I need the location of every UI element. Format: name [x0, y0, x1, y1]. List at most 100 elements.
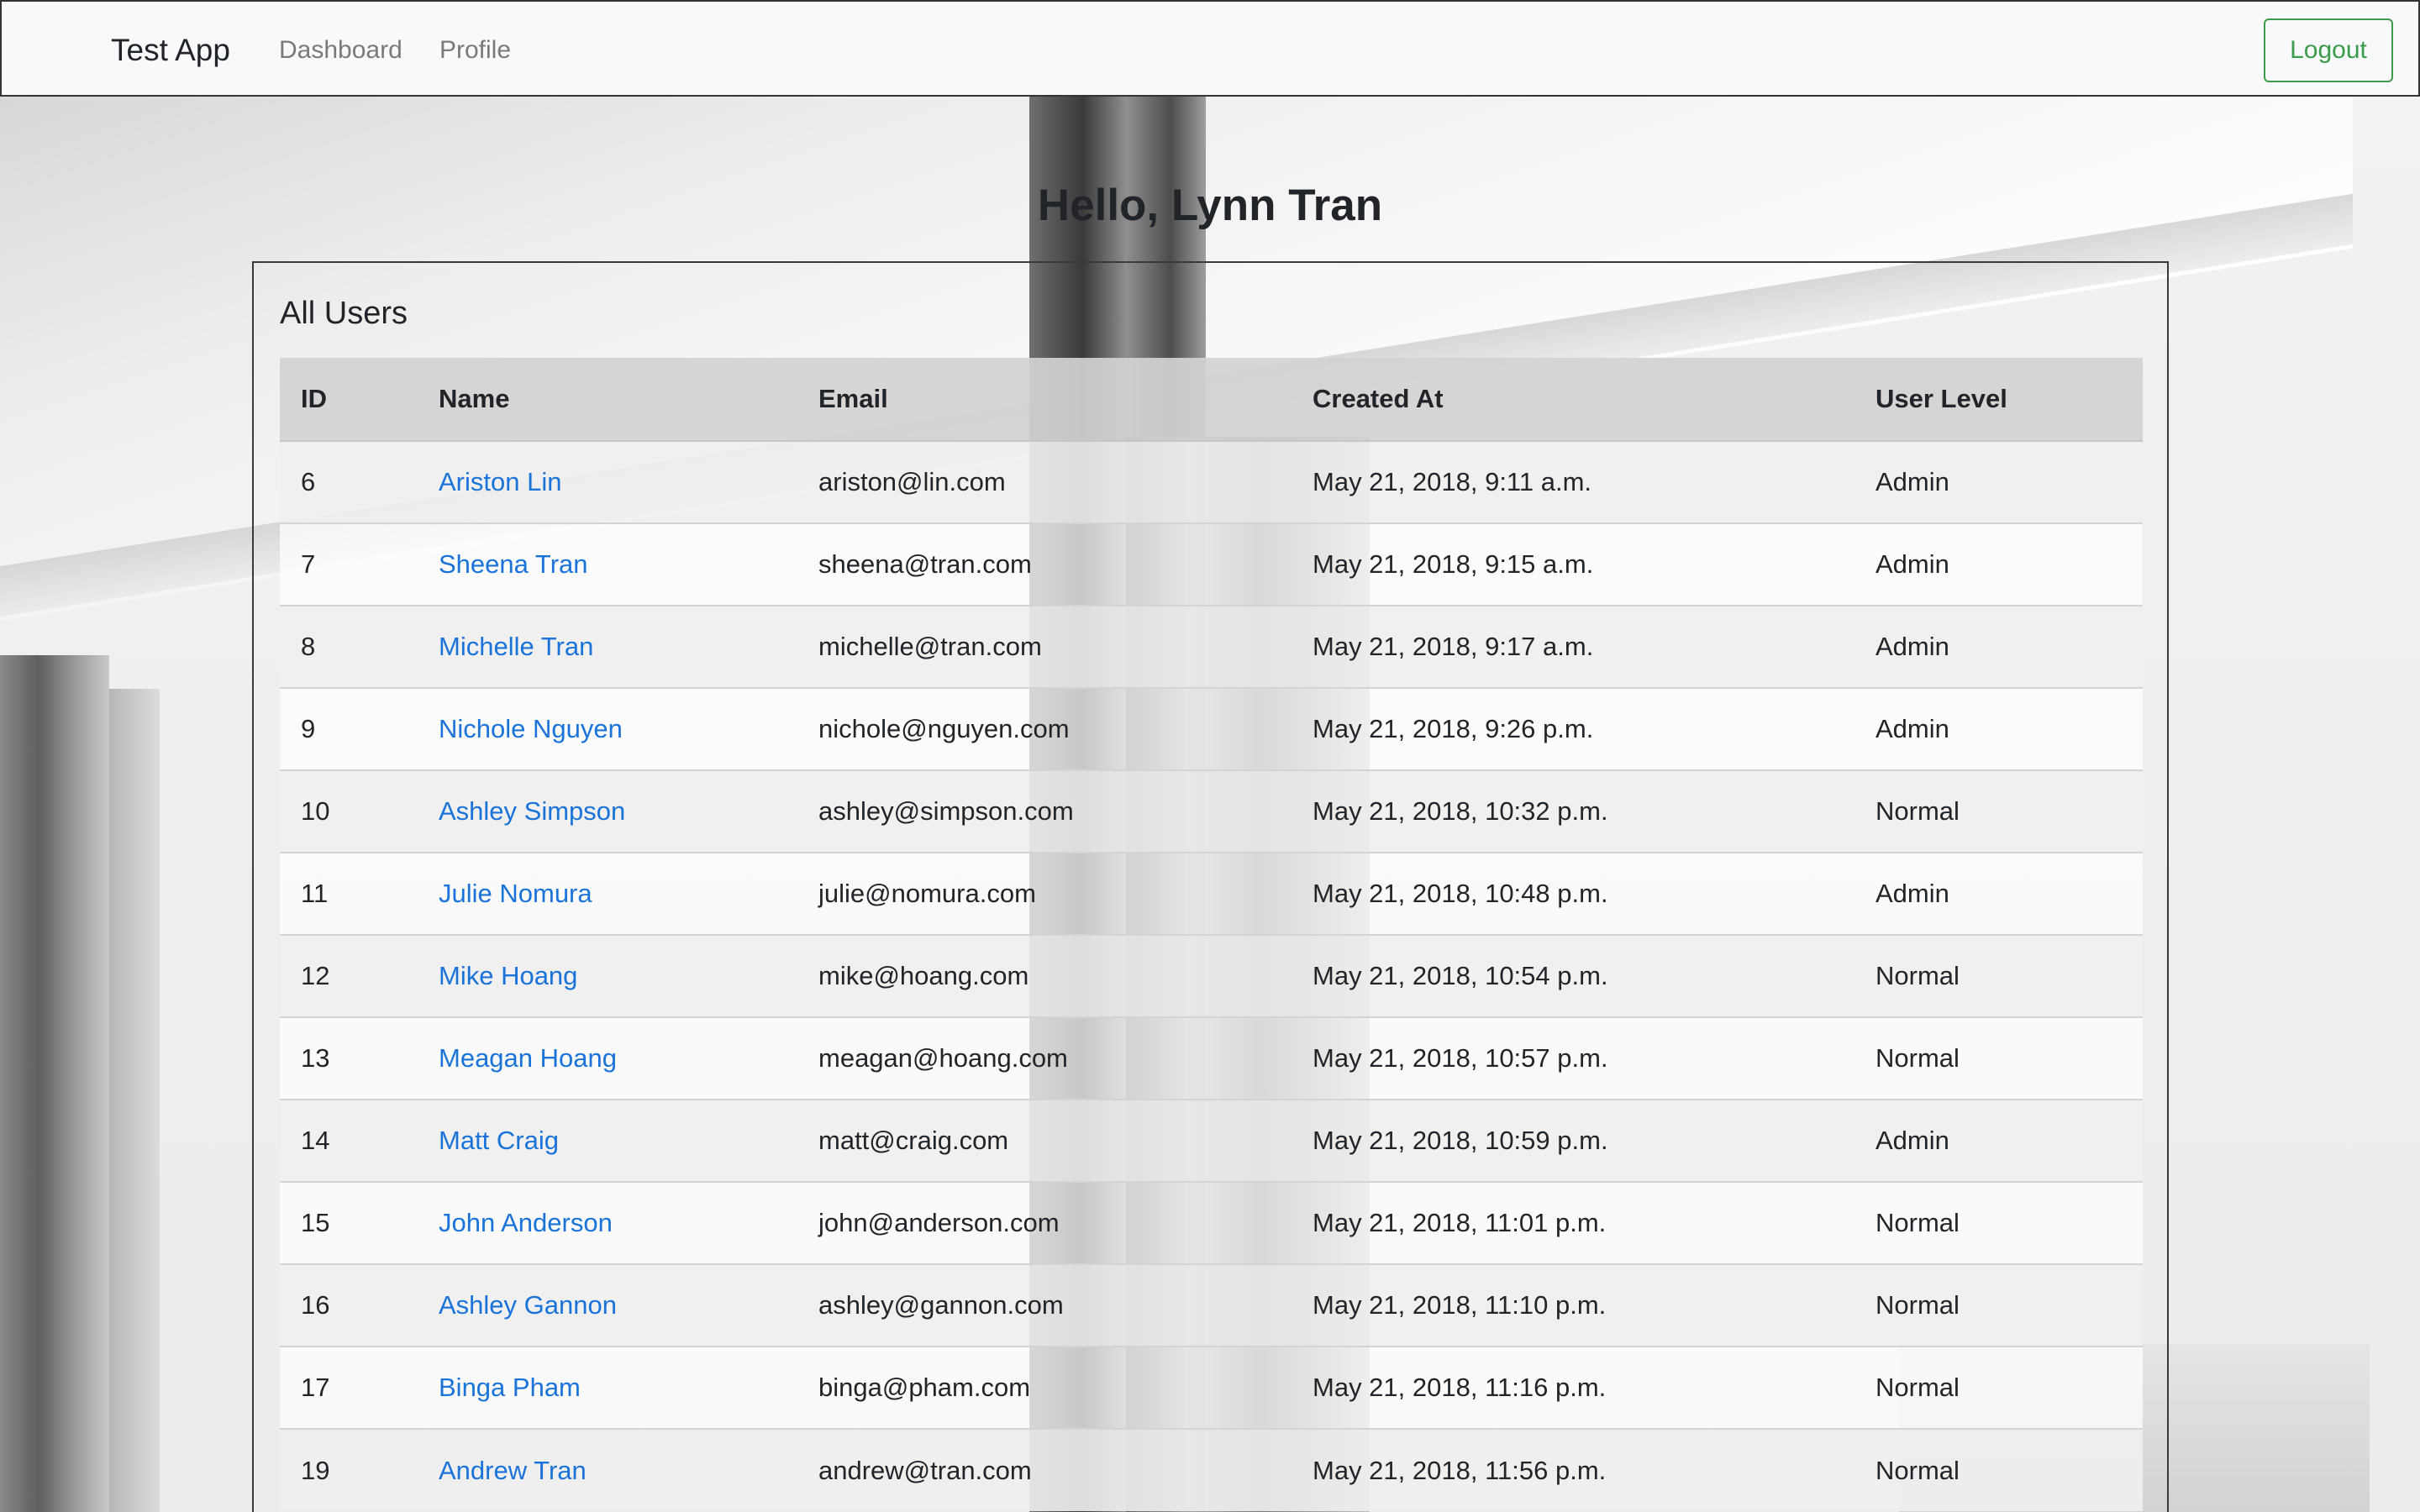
cell-created-at: May 21, 2018, 9:17 a.m. [1292, 605, 1854, 688]
user-name-link[interactable]: Mike Hoang [439, 961, 577, 990]
cell-id: 15 [280, 1181, 418, 1264]
cell-name: Ashley Gannon [418, 1263, 797, 1347]
cell-created-at: May 21, 2018, 11:16 p.m. [1292, 1346, 1854, 1429]
cell-email: julie@nomura.com [797, 852, 1292, 935]
table-row: 17 Binga Pham binga@pham.com May 21, 2018, … [280, 1346, 2143, 1429]
nav-link-dashboard[interactable]: Dashboard [279, 32, 402, 69]
user-name-link[interactable]: Binga Pham [439, 1373, 581, 1402]
table-row: 8 Michelle Tran michelle@tran.com May 21, 2… [280, 605, 2143, 688]
cell-email: binga@pham.com [797, 1346, 1292, 1429]
cell-name: Julie Nomura [418, 852, 797, 935]
cell-created-at: May 21, 2018, 9:15 a.m. [1292, 522, 1854, 606]
cell-name: Matt Craig [418, 1099, 797, 1182]
cell-user-level: Admin [1854, 440, 2143, 523]
cell-email: andrew@tran.com [797, 1428, 1292, 1511]
table-row: 14 Matt Craig matt@craig.com May 21, 2018, … [280, 1099, 2143, 1182]
cell-name: Sheena Tran [418, 522, 797, 606]
user-name-link[interactable]: Ashley Gannon [439, 1290, 617, 1320]
cell-id: 6 [280, 440, 418, 523]
table-row: 16 Ashley Gannon ashley@gannon.com May 21, … [280, 1263, 2143, 1347]
column-header-created-at: Created At [1292, 358, 1854, 442]
cell-email: michelle@tran.com [797, 605, 1292, 688]
cell-name: Binga Pham [418, 1346, 797, 1429]
cell-user-level: Admin [1854, 522, 2143, 606]
cell-id: 7 [280, 522, 418, 606]
cell-id: 8 [280, 605, 418, 688]
top-navbar: Test App Dashboard Profile Logout [0, 0, 2420, 97]
table-row: 13 Meagan Hoang meagan@hoang.com May 21, 20… [280, 1016, 2143, 1100]
logout-button[interactable]: Logout [2264, 18, 2393, 82]
cell-email: mike@hoang.com [797, 934, 1292, 1017]
cell-created-at: May 21, 2018, 10:32 p.m. [1292, 769, 1854, 853]
cell-created-at: May 21, 2018, 10:57 p.m. [1292, 1016, 1854, 1100]
cell-name: Meagan Hoang [418, 1016, 797, 1100]
user-name-link[interactable]: Nichole Nguyen [439, 714, 623, 743]
users-card: All Users ID Name Email Created At User … [252, 261, 2169, 1512]
card-title: All Users [280, 296, 408, 331]
cell-id: 17 [280, 1346, 418, 1429]
background-left-pillar [0, 655, 109, 1512]
cell-user-level: Admin [1854, 852, 2143, 935]
column-header-email: Email [797, 358, 1292, 442]
user-name-link[interactable]: Andrew Tran [439, 1456, 587, 1485]
table-row: 10 Ashley Simpson ashley@simpson.com May 21… [280, 769, 2143, 853]
cell-name: John Anderson [418, 1181, 797, 1264]
cell-user-level: Normal [1854, 934, 2143, 1017]
user-name-link[interactable]: Ashley Simpson [439, 796, 625, 826]
cell-name: Michelle Tran [418, 605, 797, 688]
users-table-body: 6 Ariston Lin ariston@lin.com May 21, 2018,… [280, 440, 2143, 1511]
cell-id: 16 [280, 1263, 418, 1347]
nav-link-profile[interactable]: Profile [439, 32, 511, 69]
cell-name: Nichole Nguyen [418, 687, 797, 770]
cell-user-level: Admin [1854, 687, 2143, 770]
cell-user-level: Admin [1854, 605, 2143, 688]
user-name-link[interactable]: Matt Craig [439, 1126, 559, 1155]
cell-created-at: May 21, 2018, 10:54 p.m. [1292, 934, 1854, 1017]
table-row: 11 Julie Nomura julie@nomura.com May 21, 20… [280, 852, 2143, 935]
cell-user-level: Normal [1854, 1346, 2143, 1429]
cell-name: Ashley Simpson [418, 769, 797, 853]
table-row: 6 Ariston Lin ariston@lin.com May 21, 2018,… [280, 440, 2143, 523]
table-row: 9 Nichole Nguyen nichole@nguyen.com May 21,… [280, 687, 2143, 770]
cell-name: Ariston Lin [418, 440, 797, 523]
cell-id: 19 [280, 1428, 418, 1511]
cell-email: ashley@gannon.com [797, 1263, 1292, 1347]
cell-name: Mike Hoang [418, 934, 797, 1017]
cell-user-level: Normal [1854, 1263, 2143, 1347]
cell-id: 11 [280, 852, 418, 935]
cell-id: 10 [280, 769, 418, 853]
cell-created-at: May 21, 2018, 10:59 p.m. [1292, 1099, 1854, 1182]
page-greeting: Hello, Lynn Tran [1037, 181, 1383, 230]
table-row: 19 Andrew Tran andrew@tran.com May 21, 2018… [280, 1428, 2143, 1511]
user-name-link[interactable]: John Anderson [439, 1208, 613, 1237]
user-name-link[interactable]: Ariston Lin [439, 467, 561, 496]
user-name-link[interactable]: Meagan Hoang [439, 1043, 617, 1073]
cell-created-at: May 21, 2018, 11:56 p.m. [1292, 1428, 1854, 1511]
cell-user-level: Normal [1854, 769, 2143, 853]
cell-user-level: Admin [1854, 1099, 2143, 1182]
cell-user-level: Normal [1854, 1428, 2143, 1511]
cell-email: matt@craig.com [797, 1099, 1292, 1182]
cell-id: 12 [280, 934, 418, 1017]
table-row: 7 Sheena Tran sheena@tran.com May 21, 2018,… [280, 522, 2143, 606]
table-header-row: ID Name Email Created At User Level [280, 358, 2143, 442]
cell-id: 9 [280, 687, 418, 770]
cell-email: ariston@lin.com [797, 440, 1292, 523]
user-name-link[interactable]: Michelle Tran [439, 632, 593, 661]
user-name-link[interactable]: Julie Nomura [439, 879, 592, 908]
user-name-link[interactable]: Sheena Tran [439, 549, 588, 579]
cell-created-at: May 21, 2018, 9:26 p.m. [1292, 687, 1854, 770]
cell-created-at: May 21, 2018, 10:48 p.m. [1292, 852, 1854, 935]
cell-created-at: May 21, 2018, 11:01 p.m. [1292, 1181, 1854, 1264]
cell-created-at: May 21, 2018, 11:10 p.m. [1292, 1263, 1854, 1347]
cell-user-level: Normal [1854, 1016, 2143, 1100]
column-header-name: Name [418, 358, 797, 442]
cell-name: Andrew Tran [418, 1428, 797, 1511]
column-header-user-level: User Level [1854, 358, 2143, 442]
cell-id: 13 [280, 1016, 418, 1100]
cell-email: meagan@hoang.com [797, 1016, 1292, 1100]
cell-email: sheena@tran.com [797, 522, 1292, 606]
cell-id: 14 [280, 1099, 418, 1182]
brand-link[interactable]: Test App [111, 27, 230, 74]
cell-email: ashley@simpson.com [797, 769, 1292, 853]
